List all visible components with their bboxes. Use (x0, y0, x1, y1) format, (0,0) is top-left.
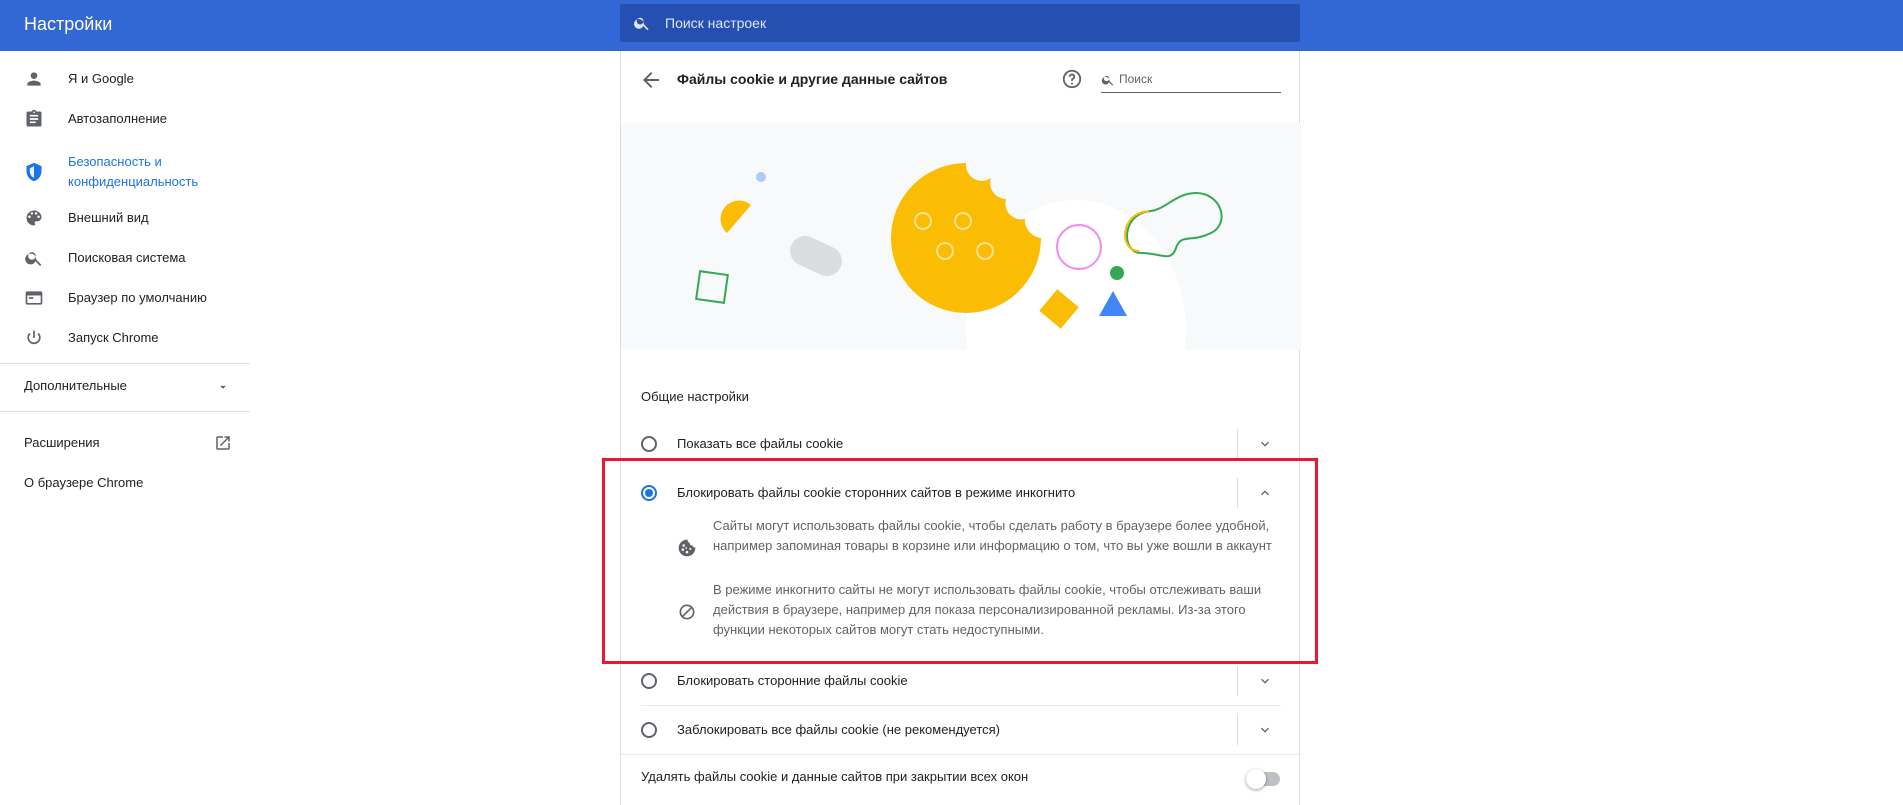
radio-button-selected[interactable] (641, 485, 657, 501)
option-label: Заблокировать все файлы cookie (не реком… (677, 722, 1001, 737)
sidebar-about-chrome[interactable]: О браузере Chrome (24, 475, 143, 490)
sidebar-item-label: Поисковая система (68, 250, 186, 265)
chevron-down-icon[interactable] (1257, 722, 1273, 738)
detail-text: В режиме инкогнито сайты не могут исполь… (713, 582, 1262, 637)
dropdown-arrow-icon (220, 385, 226, 389)
palette-icon (26, 210, 42, 226)
sidebar-item-search-engine[interactable]: Поисковая система (0, 238, 250, 278)
app-title: Настройки (24, 14, 113, 34)
chevron-down-icon[interactable] (1257, 436, 1273, 452)
option-divider (1237, 429, 1238, 459)
back-arrow-icon[interactable] (639, 68, 663, 92)
block-icon (679, 604, 695, 620)
cookies-settings-card: Файлы cookie и другие данные сайтов Поис… (620, 51, 1301, 805)
shield-icon (26, 162, 42, 182)
page-search-field[interactable] (1101, 67, 1281, 93)
radio-button[interactable] (641, 673, 657, 689)
sidebar-extensions-link[interactable]: Расширения (24, 435, 234, 450)
radio-button[interactable] (641, 436, 657, 452)
card-header: Файлы cookie и другие данные сайтов (621, 51, 1301, 123)
option-block-all-cookies[interactable]: Заблокировать все файлы cookie (не реком… (621, 705, 1301, 755)
row-divider (621, 754, 1301, 755)
sidebar-item-label-line2: конфиденциальность (68, 174, 199, 189)
power-icon (27, 330, 41, 345)
search-icon (1101, 75, 1114, 86)
detail-text: Сайты могут использовать файлы cookie, ч… (713, 518, 1272, 553)
sidebar-item-you-and-google[interactable]: Я и Google (0, 59, 250, 99)
person-icon (27, 72, 41, 86)
sidebar-item-label: Запуск Chrome (68, 330, 159, 345)
advanced-label: Дополнительные (24, 378, 127, 393)
option-divider (1237, 715, 1238, 745)
sidebar-divider (0, 411, 250, 412)
option-divider (1237, 666, 1238, 696)
cookie-illustration (621, 123, 1301, 350)
option-label: Показать все файлы cookie (677, 436, 844, 451)
sidebar-item-label: Я и Google (68, 71, 134, 86)
page-search-input[interactable] (1119, 67, 1279, 91)
help-icon[interactable] (1061, 68, 1083, 90)
sidebar-item-label: Браузер по умолчанию (68, 290, 207, 305)
page-title: Файлы cookie и другие данные сайтов (677, 71, 948, 87)
sidebar-advanced-toggle[interactable]: Дополнительные (24, 378, 234, 393)
sidebar-item-on-startup[interactable]: Запуск Chrome (0, 318, 250, 358)
sidebar-item-label: Внешний вид (68, 210, 149, 225)
sidebar-item-label-line1: Безопасность и (68, 154, 162, 169)
open-in-new-icon (216, 436, 230, 450)
sidebar-item-appearance[interactable]: Внешний вид (0, 198, 250, 238)
sidebar-item-security-privacy[interactable]: Безопасность и конфиденциальность (0, 147, 250, 197)
search-icon (25, 252, 42, 266)
sidebar-divider (0, 363, 250, 364)
sidebar-item-label: Автозаполнение (68, 111, 168, 126)
sidebar-item-default-browser[interactable]: Браузер по умолчанию (0, 278, 250, 318)
browser-window-icon (25, 291, 43, 305)
toggle-label: Удалять файлы cookie и данные сайтов при… (641, 769, 1029, 784)
clipboard-icon (26, 109, 42, 127)
option-show-all-cookies[interactable]: Показать все файлы cookie (621, 419, 1301, 469)
sidebar-item-autofill[interactable]: Автозаполнение (0, 99, 250, 139)
option-block-third-party[interactable]: Блокировать сторонние файлы cookie (621, 656, 1301, 706)
settings-search-box[interactable] (620, 4, 1300, 42)
radio-button[interactable] (641, 722, 657, 738)
option-block-third-party-incognito[interactable]: Блокировать файлы cookie сторонних сайто… (621, 468, 1301, 518)
search-icon (634, 17, 649, 31)
option-label: Блокировать файлы cookie сторонних сайто… (677, 485, 1076, 500)
top-bar: Настройки (0, 0, 1903, 51)
toggle-knob (1246, 769, 1266, 789)
cookie-illustration-art (695, 163, 1223, 350)
settings-search-input[interactable] (665, 4, 1285, 42)
chevron-down-icon[interactable] (1257, 673, 1273, 689)
clear-on-exit-row: Удалять файлы cookie и данные сайтов при… (621, 759, 1301, 799)
cookie-icon (678, 539, 696, 557)
option-label: Блокировать сторонние файлы cookie (677, 673, 908, 688)
clear-on-exit-toggle[interactable] (1246, 769, 1280, 789)
extensions-label: Расширения (24, 435, 100, 450)
option-divider (1237, 478, 1238, 508)
section-label: Общие настройки (641, 389, 749, 404)
chevron-up-icon[interactable] (1257, 485, 1273, 501)
